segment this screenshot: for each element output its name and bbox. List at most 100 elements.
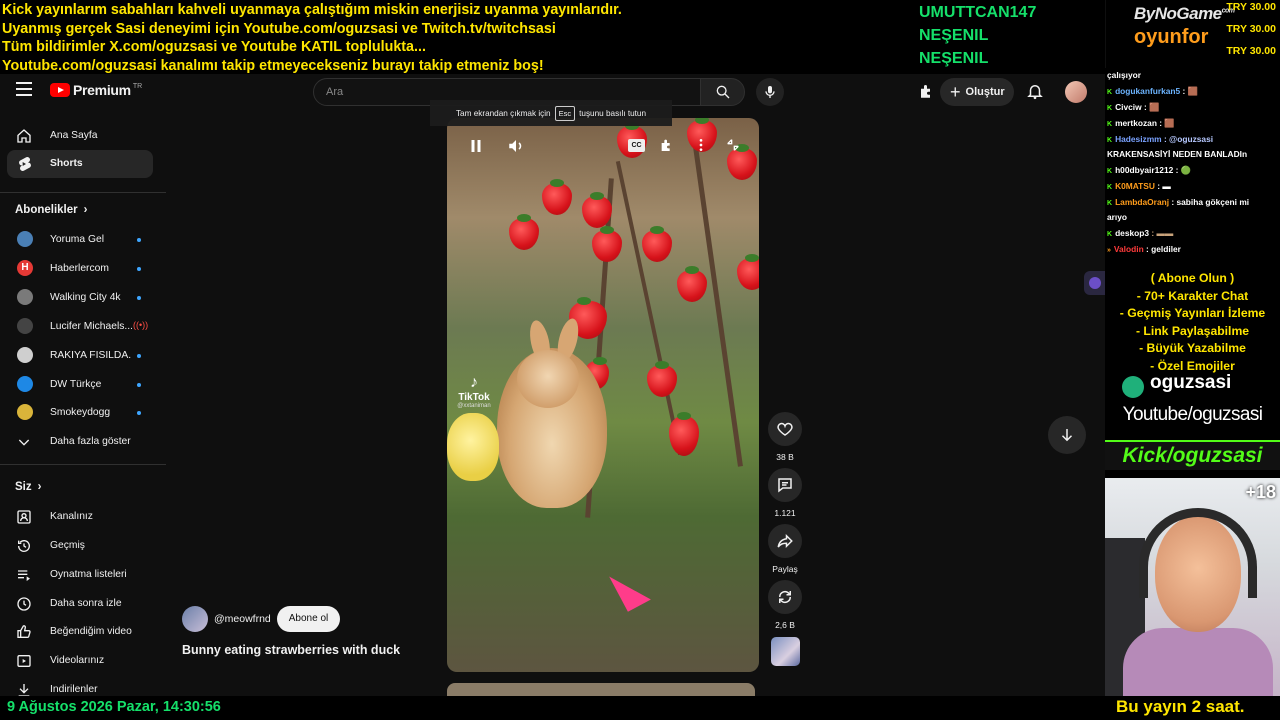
- subscriptions-heading[interactable]: Abonelikler ›: [15, 204, 87, 216]
- next-short-preview[interactable]: [447, 683, 755, 697]
- sidebar-channel[interactable]: Smokeydogg: [7, 399, 153, 427]
- short-title: Bunny eating strawberries with duck: [182, 643, 401, 657]
- channel-avatar: H: [17, 260, 33, 276]
- remix-button[interactable]: [768, 580, 802, 614]
- miniplayer-button[interactable]: [659, 137, 677, 155]
- show-more-button[interactable]: Daha fazla göster: [7, 428, 153, 456]
- sidebar-channel[interactable]: Yoruma Gel: [7, 226, 153, 254]
- chevron-right-icon: ›: [83, 204, 88, 216]
- chat-message: Kdeskop3 : ▬▬: [1107, 228, 1174, 238]
- strawberry: [647, 361, 677, 397]
- search-button[interactable]: [700, 78, 745, 106]
- chat-message: KRAKENSASİYİ NEDEN BANLADIn: [1107, 149, 1248, 159]
- channel-avatar: [17, 404, 33, 420]
- user-icon: [17, 510, 31, 524]
- sidebar-item-your-videos[interactable]: Videolarınız: [7, 647, 153, 675]
- sidebar-item-home[interactable]: Ana Sayfa: [7, 122, 153, 150]
- chat-message: arıyo: [1107, 212, 1128, 222]
- channel-handle-text: oguzsasi: [1150, 372, 1232, 393]
- remix-icon: [778, 590, 792, 604]
- comments-button[interactable]: [768, 468, 802, 502]
- search-icon: [716, 85, 730, 99]
- chevron-down-icon: [18, 439, 30, 446]
- kick-badge-icon: K: [1107, 200, 1113, 207]
- sidebar-item-watch-later[interactable]: Daha sonra izle: [7, 590, 153, 618]
- captions-button[interactable]: CC: [628, 139, 645, 152]
- next-short-button[interactable]: [1048, 416, 1086, 454]
- donation-amount: TRY 30.00: [1226, 45, 1276, 57]
- voice-search-button[interactable]: [756, 78, 784, 106]
- create-button[interactable]: + Oluştur: [940, 78, 1014, 106]
- divider: [0, 464, 166, 465]
- new-content-dot: [137, 267, 141, 271]
- share-button[interactable]: [768, 524, 802, 558]
- hamburger-menu-icon[interactable]: [16, 82, 32, 96]
- date-time: 9 Ağustos 2026 Pazar, 14:30:56: [7, 699, 221, 715]
- chat-message: » Valodin : geldiler: [1107, 244, 1181, 254]
- comment-action: 1.121: [768, 468, 802, 518]
- remix-count: 2,6 B: [775, 620, 795, 630]
- tiktok-watermark: ♪ TikTok @xxtaniman: [453, 374, 495, 409]
- extension-bubble[interactable]: [1084, 271, 1106, 295]
- bunny-head: [517, 350, 579, 408]
- pause-button[interactable]: [467, 137, 485, 155]
- channel-avatar[interactable]: [182, 606, 208, 632]
- stream-overlay-header: Kick yayınlarım sabahları kahveli uyanma…: [0, 0, 1105, 74]
- chevron-right-icon: ›: [37, 481, 42, 493]
- notifications-bell-icon[interactable]: [1026, 82, 1044, 100]
- kick-badge-icon: K: [1107, 89, 1113, 96]
- sidebar: Ana Sayfa Shorts Abonelikler › Yoruma Gel…: [0, 112, 166, 696]
- account-avatar[interactable]: [1065, 81, 1087, 103]
- overlay-line: Youtube.com/oguzsasi kanalımı takip etme…: [2, 57, 544, 74]
- sound-thumbnail[interactable]: [771, 637, 800, 666]
- new-content-dot: [137, 296, 141, 300]
- scrolling-message: Bu yayın 2 saat.: [1116, 697, 1245, 716]
- heart-icon: [777, 422, 793, 436]
- overlay-line: Kick yayınlarım sabahları kahveli uyanma…: [2, 2, 622, 18]
- cast-icon: [661, 139, 670, 151]
- plant-stem: [615, 160, 683, 456]
- strawberry: [509, 214, 539, 250]
- extension-icon[interactable]: [918, 82, 936, 100]
- sidebar-item-liked-videos[interactable]: Beğendiğim videolar: [7, 618, 153, 646]
- like-button[interactable]: [768, 412, 802, 446]
- sidebar-item-downloads[interactable]: İndirilenler: [7, 676, 153, 696]
- download-icon: [18, 684, 30, 696]
- volume-icon: [509, 140, 522, 152]
- plus-icon: +: [950, 82, 961, 102]
- share-label: Paylaş: [772, 564, 798, 574]
- webcam-feed: +18: [1105, 478, 1280, 696]
- thumbs-up-icon: [17, 625, 31, 639]
- sidebar-item-playlists[interactable]: Oynatma listeleri: [7, 561, 153, 589]
- shorts-icon: [19, 156, 31, 172]
- sidebar-channel[interactable]: RAKIYA FISILDA...: [7, 342, 153, 370]
- playlist-icon: [18, 570, 30, 581]
- more-options-button[interactable]: [693, 137, 711, 155]
- sidebar-item-your-channel[interactable]: Kanalınız: [7, 503, 153, 531]
- channel-avatar: [17, 347, 33, 363]
- shorts-video-player[interactable]: ♪ TikTok @xxtaniman CC: [447, 118, 759, 672]
- chat-message: K Hadesizmm : @oguzsasi: [1107, 134, 1214, 144]
- youtube-premium-logo[interactable]: Premium TR: [50, 82, 142, 98]
- exit-fullscreen-button[interactable]: [725, 137, 743, 155]
- volume-button[interactable]: [507, 137, 525, 155]
- video-icon: [17, 655, 31, 667]
- overlay-line: Uyanmış gerçek Sasi deneyimi için Youtub…: [2, 20, 556, 37]
- donation-brand: ByNoGamecom oyunfor TRY 30.00 TRY 30.00 …: [1106, 0, 1280, 70]
- channel-handle[interactable]: @meowfrnd: [214, 613, 271, 625]
- sidebar-channel[interactable]: Walking City 4k: [7, 284, 153, 312]
- sidebar-channel[interactable]: Lucifer Michaels... ((•)): [7, 313, 153, 341]
- sidebar-item-shorts[interactable]: Shorts: [7, 150, 153, 178]
- promo-benefits: ( Abone Olun ) - 70+ Karakter Chat - Geç…: [1119, 271, 1266, 373]
- share-icon: [777, 533, 793, 549]
- sidebar-channel[interactable]: H Haberlercom: [7, 255, 153, 283]
- you-heading[interactable]: Siz ›: [15, 481, 41, 493]
- oguzsasi-logo-icon: [1122, 376, 1144, 398]
- collapse-icon: [727, 139, 739, 151]
- subscribe-button[interactable]: Abone ol: [276, 606, 341, 632]
- like-action: 38 B: [768, 412, 802, 462]
- sidebar-channel[interactable]: DW Türkçe: [7, 371, 153, 399]
- purple-dot-icon: [1089, 277, 1101, 289]
- sidebar-item-history[interactable]: Geçmiş: [7, 532, 153, 560]
- new-content-dot: [137, 238, 141, 242]
